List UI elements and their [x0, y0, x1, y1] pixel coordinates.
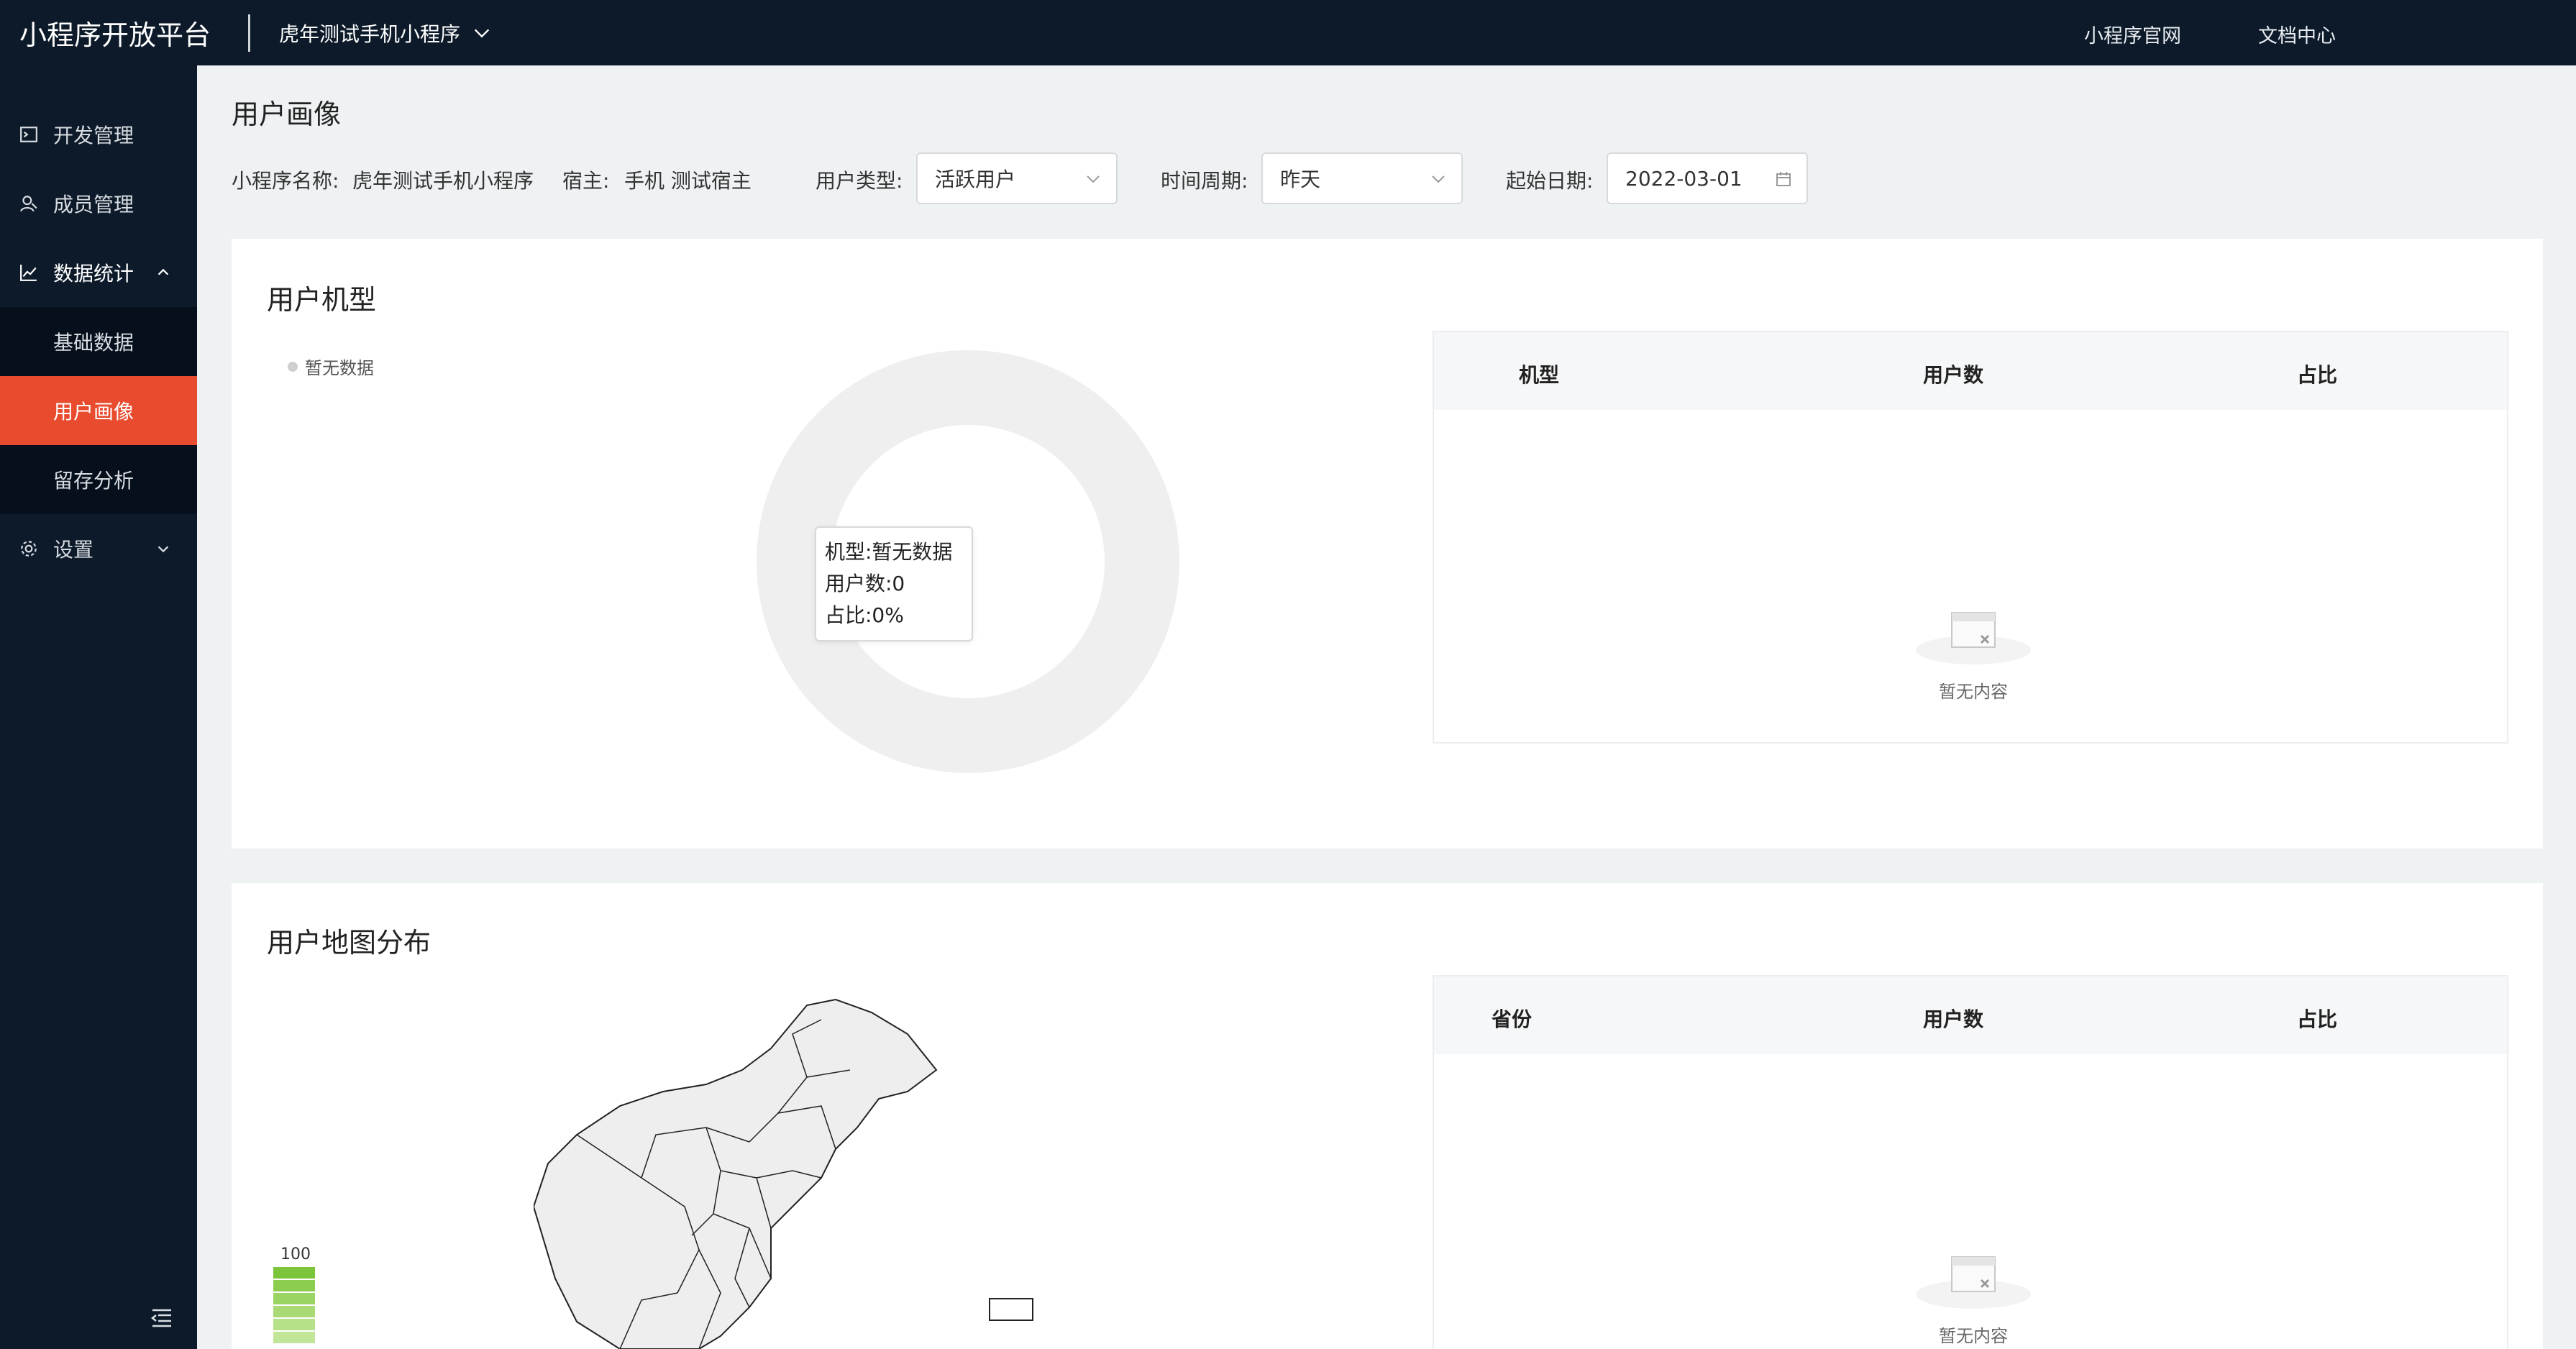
chevron-down-icon [474, 29, 490, 38]
column-header-province[interactable]: 省份 [1492, 1004, 1532, 1033]
official-site-link[interactable]: 小程序官网 [2084, 20, 2181, 48]
chart-tooltip: 机型:暂无数据 用户数:0 占比:0% [815, 526, 973, 641]
sidebar: 开发管理 成员管理 数据统计 基础数据 用户画像 留存分析 设置 [0, 65, 197, 1349]
map-region[interactable] [534, 998, 938, 1349]
page-title: 用户画像 [232, 99, 342, 130]
device-card-title: 用户机型 [267, 284, 377, 316]
table-header: 机型 用户数 占比 [1434, 332, 2507, 410]
sidebar-item-label: 留存分析 [53, 469, 134, 493]
user-type-select[interactable]: 活跃用户 [916, 152, 1118, 204]
app-name-value: 虎年测试手机小程序 [352, 169, 534, 193]
sidebar-item-label: 设置 [53, 538, 94, 562]
header-divider [248, 14, 250, 52]
empty-state: 暂无内容 [1909, 605, 2038, 703]
start-date-value: 2022-03-01 [1625, 166, 1743, 191]
chart-line-icon [20, 265, 37, 281]
sidebar-item-dev-management[interactable]: 开发管理 [0, 100, 197, 169]
docs-center-link[interactable]: 文档中心 [2258, 20, 2336, 48]
empty-box-icon [1916, 612, 2031, 664]
host-label: 宿主: [562, 169, 610, 193]
sidebar-item-label: 用户画像 [53, 400, 134, 424]
sidebar-item-user-portrait[interactable]: 用户画像 [0, 376, 197, 445]
gear-icon [21, 541, 37, 557]
column-header-users[interactable]: 用户数 [1923, 360, 1983, 388]
user-type-value: 活跃用户 [935, 168, 1016, 191]
south-sea-inset [989, 1298, 1033, 1321]
start-date-label: 起始日期: [1506, 169, 1594, 193]
period-label: 时间周期: [1161, 169, 1248, 193]
chevron-down-icon [1087, 175, 1100, 183]
empty-text: 暂无内容 [1939, 1326, 2008, 1346]
chevron-down-icon [157, 546, 169, 553]
legend-dot [288, 361, 298, 372]
sidebar-item-label: 开发管理 [53, 124, 134, 147]
map-card-title: 用户地图分布 [267, 927, 431, 959]
sidebar-item-settings[interactable]: 设置 [0, 514, 197, 583]
start-date-picker[interactable]: 2022-03-01 [1607, 152, 1808, 204]
sidebar-item-members[interactable]: 成员管理 [0, 169, 197, 238]
tooltip-model: 机型:暂无数据 [825, 540, 953, 564]
map-card: 用户地图分布 100 省份 用户数 占比 暂无内容 [232, 883, 2543, 1349]
column-header-users[interactable]: 用户数 [1923, 1004, 1983, 1033]
china-map[interactable] [534, 991, 1325, 1349]
table-header: 省份 用户数 占比 [1434, 977, 2507, 1054]
chevron-down-icon [1432, 175, 1445, 183]
user-type-label: 用户类型: [816, 169, 903, 193]
device-card: 用户机型 暂无数据 机型:暂无数据 用户数:0 占比:0% 机型 用户数 占比 … [232, 239, 2543, 849]
chevron-up-icon [157, 268, 169, 275]
column-header-ratio[interactable]: 占比 [2297, 360, 2337, 388]
sidebar-item-label: 数据统计 [53, 262, 134, 285]
sidebar-item-label: 成员管理 [53, 193, 134, 216]
calendar-icon [1776, 172, 1791, 186]
member-icon [20, 196, 37, 212]
visual-map-max: 100 [280, 1245, 311, 1263]
app-name-label: 小程序名称: [232, 169, 339, 193]
scale-step [273, 1319, 315, 1330]
scale-step [273, 1267, 315, 1279]
scale-step [273, 1306, 315, 1317]
scale-step [273, 1280, 315, 1291]
sidebar-item-label: 基础数据 [53, 331, 134, 355]
sidebar-collapse-icon[interactable] [150, 1307, 174, 1329]
column-header-model[interactable]: 机型 [1519, 360, 1559, 388]
legend-label: 暂无数据 [305, 358, 374, 378]
period-select[interactable]: 昨天 [1261, 152, 1463, 204]
empty-state: 暂无内容 [1909, 1250, 2038, 1347]
empty-box-icon [1916, 1256, 2031, 1309]
column-header-ratio[interactable]: 占比 [2297, 1004, 2337, 1033]
scale-step [273, 1332, 315, 1343]
empty-text: 暂无内容 [1939, 682, 2008, 702]
device-table: 机型 用户数 占比 暂无内容 [1433, 331, 2508, 744]
terminal-icon [20, 127, 37, 142]
period-value: 昨天 [1280, 168, 1321, 191]
tooltip-ratio: 占比:0% [825, 603, 904, 627]
platform-brand[interactable]: 小程序开放平台 [19, 13, 211, 52]
app-switcher-label: 虎年测试手机小程序 [279, 22, 461, 46]
top-navbar: 小程序开放平台 虎年测试手机小程序 小程序官网 文档中心 [0, 0, 2576, 65]
sidebar-item-basic-data[interactable]: 基础数据 [0, 307, 197, 376]
province-table: 省份 用户数 占比 暂无内容 [1433, 975, 2508, 1349]
scale-step [273, 1293, 315, 1304]
chart-legend[interactable]: 暂无数据 [288, 354, 374, 379]
tooltip-users: 用户数:0 [825, 572, 905, 595]
app-switcher[interactable]: 虎年测试手机小程序 [279, 19, 492, 47]
sidebar-item-statistics[interactable]: 数据统计 [0, 238, 197, 307]
host-value: 手机 测试宿主 [624, 169, 752, 193]
sidebar-item-retention[interactable]: 留存分析 [0, 445, 197, 514]
